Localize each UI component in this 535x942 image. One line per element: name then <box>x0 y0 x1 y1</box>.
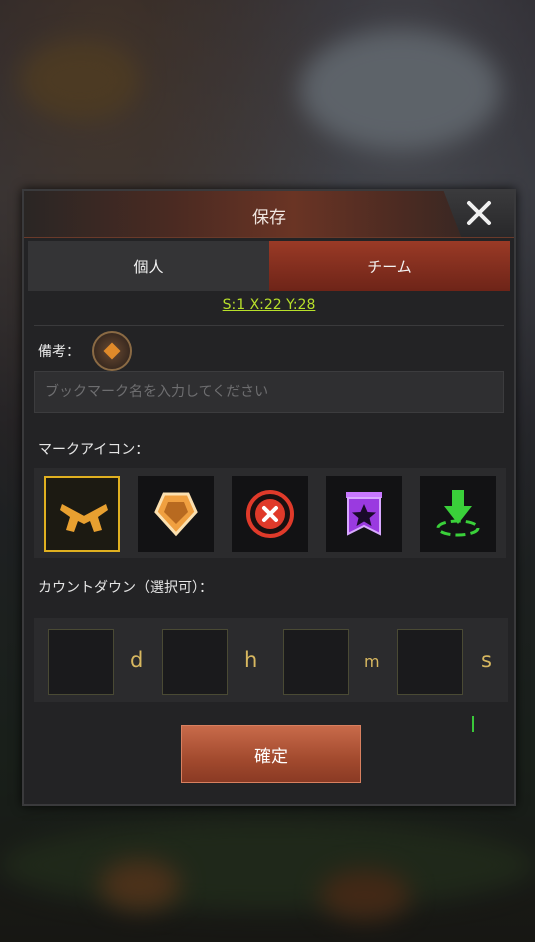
note-label: 備考： <box>38 344 80 360</box>
divider <box>34 325 504 326</box>
days-unit: d <box>130 648 144 672</box>
tab-personal[interactable]: 個人 <box>28 241 269 291</box>
countdown-inputs: d h m s <box>34 618 508 702</box>
confirm-button[interactable]: 確定 <box>181 725 361 783</box>
purple-star-banner-icon <box>346 492 382 536</box>
countdown-days-input[interactable] <box>48 629 114 695</box>
shield-badge-icon <box>154 492 198 537</box>
countdown-minutes-input[interactable] <box>283 629 349 695</box>
save-bookmark-dialog: 保存 個人 チーム S:1 X:22 Y:28 備考： マークアイコン： <box>22 189 516 806</box>
mark-option-shield[interactable] <box>138 476 214 552</box>
mark-icon-label: マークアイコン： <box>38 442 150 458</box>
mark-option-star-banner[interactable] <box>326 476 402 552</box>
dialog-titlebar: 保存 <box>24 191 514 238</box>
text-cursor <box>472 716 474 732</box>
bookmark-name-input[interactable] <box>34 371 504 413</box>
close-icon <box>467 201 491 225</box>
green-arrow-target-icon <box>436 490 480 537</box>
countdown-label: カウントダウン（選択可）： <box>38 580 213 596</box>
tab-team[interactable]: チーム <box>269 241 510 291</box>
seconds-unit: s <box>481 648 492 672</box>
coordinates-link[interactable]: S:1 X:22 Y:28 <box>24 297 514 313</box>
dialog-title: 保存 <box>252 208 286 228</box>
countdown-hours-input[interactable] <box>162 629 228 695</box>
mark-option-cross[interactable] <box>232 476 308 552</box>
mark-option-target[interactable] <box>420 476 496 552</box>
hours-unit: h <box>244 648 258 672</box>
countdown-seconds-input[interactable] <box>397 629 463 695</box>
note-color-icon[interactable] <box>92 331 132 371</box>
minutes-unit: m <box>364 652 380 671</box>
red-x-icon <box>246 490 294 538</box>
mark-icon-list <box>34 468 506 558</box>
crossed-pistols-icon <box>60 504 108 532</box>
mark-option-pistols[interactable] <box>44 476 120 552</box>
tab-bar: 個人 チーム <box>28 241 510 291</box>
